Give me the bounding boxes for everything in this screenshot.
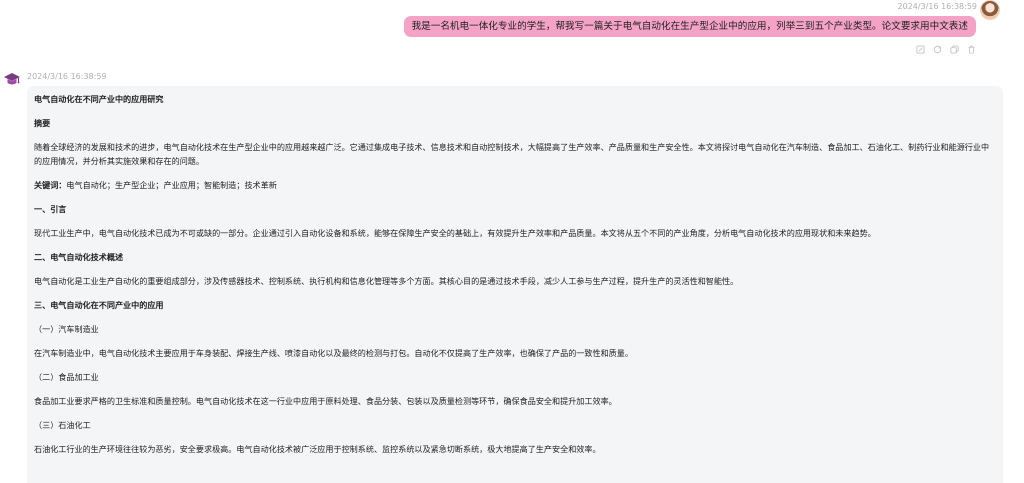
subsection-1-heading: （一）汽车制造业 (34, 323, 99, 334)
subsection-3-body: 石油化工行业的生产环境往往较为恶劣，安全要求极高。电气自动化技术被广泛应用于控制… (34, 443, 601, 454)
section-3-heading: 三、电气自动化在不同产业中的应用 (34, 299, 164, 310)
abstract-heading: 摘要 (34, 118, 51, 128)
abstract-body: 随着全球经济的发展和技术的进步，电气自动化技术在生产型企业中的应用越来越广泛。它… (34, 142, 990, 166)
refresh-icon[interactable] (933, 45, 942, 54)
user-message-timestamp: 2024/3/16 16:38:59 (897, 2, 978, 11)
subsection-3-heading: （三）石油化工 (34, 419, 91, 430)
subsection-2-body: 食品加工业要求严格的卫生标准和质量控制。电气自动化技术在这一行业中应用于原料处理… (34, 395, 617, 406)
keywords-text: 电气自动化；生产型企业；产业应用；智能制造；技术革新 (66, 179, 277, 190)
keywords-label: 关键词： (34, 179, 67, 190)
graduation-cap-icon (3, 72, 21, 87)
user-avatar[interactable] (980, 0, 1000, 20)
copy-icon[interactable] (950, 45, 959, 54)
section-1-heading: 一、引言 (34, 203, 67, 214)
user-message-bubble: 我是一名机电一体化专业的学生，帮我写一篇关于电气自动化在生产型企业中的应用，列举… (403, 16, 976, 37)
section-1-body: 现代工业生产中，电气自动化技术已成为不可或缺的一部分。企业通过引入自动化设备和系… (34, 227, 876, 238)
section-2-heading: 二、电气自动化技术概述 (34, 251, 124, 262)
edit-icon[interactable] (916, 45, 925, 54)
subsection-1-body: 在汽车制造业中，电气自动化技术主要应用于车身装配、焊接生产线、喷漆自动化以及最终… (34, 347, 633, 358)
paper-title: 电气自动化在不同产业中的应用研究 (34, 94, 164, 104)
ai-response-card: 电气自动化在不同产业中的应用研究 摘要 随着全球经济的发展和技术的进步，电气自动… (27, 86, 1003, 483)
ai-message-timestamp: 2024/3/16 16:38:59 (27, 72, 107, 81)
keywords-line: 关键词：电气自动化；生产型企业；产业应用；智能制造；技术革新 (34, 179, 996, 193)
delete-icon[interactable] (967, 45, 976, 54)
subsection-2-heading: （二）食品加工业 (34, 371, 99, 382)
user-message-actions (916, 45, 976, 54)
section-2-body: 电气自动化是工业生产自动化的重要组成部分，涉及传感器技术、控制系统、执行机构和信… (34, 275, 739, 286)
